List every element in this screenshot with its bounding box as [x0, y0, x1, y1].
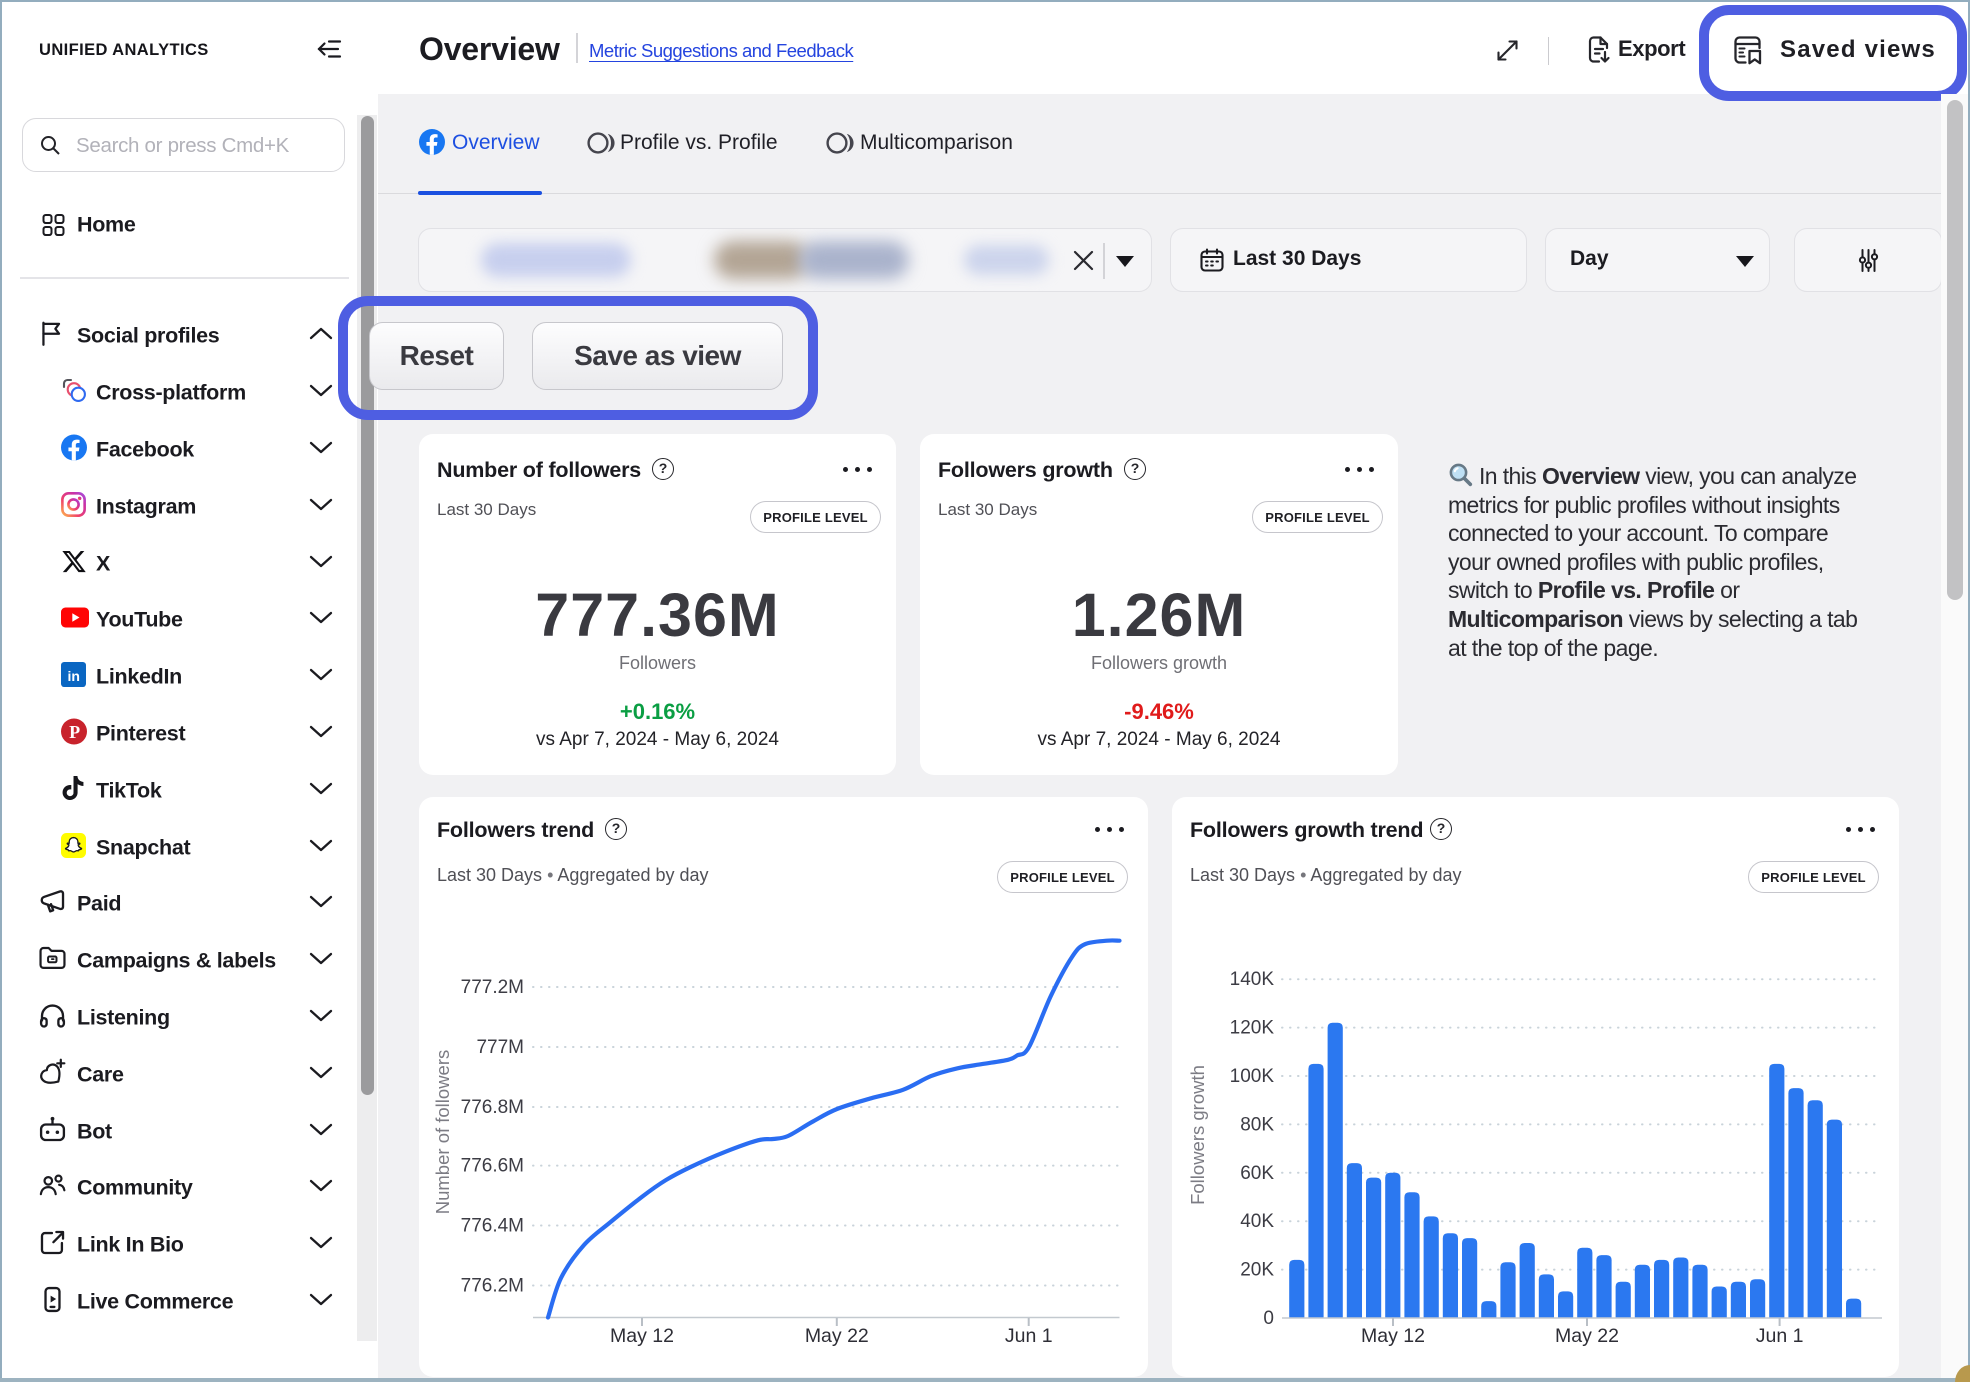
svg-text:20K: 20K	[1240, 1260, 1274, 1281]
svg-text:776.2M: 776.2M	[461, 1276, 524, 1297]
svg-text:776.4M: 776.4M	[461, 1216, 524, 1237]
svg-text:Jun 1: Jun 1	[1005, 1325, 1053, 1347]
svg-text:100K: 100K	[1230, 1066, 1275, 1087]
svg-text:777.2M: 777.2M	[461, 977, 524, 998]
svg-text:Number of followers: Number of followers	[432, 1050, 453, 1215]
svg-text:776.8M: 776.8M	[461, 1097, 524, 1118]
svg-text:May 22: May 22	[805, 1325, 869, 1347]
svg-text:Jun 1: Jun 1	[1756, 1325, 1804, 1347]
svg-text:P: P	[69, 722, 80, 742]
svg-text:May 22: May 22	[1555, 1325, 1619, 1347]
svg-text:May 12: May 12	[610, 1325, 674, 1347]
svg-text:Followers growth: Followers growth	[1187, 1065, 1208, 1205]
svg-text:May 12: May 12	[1361, 1325, 1425, 1347]
svg-text:40K: 40K	[1240, 1211, 1274, 1232]
svg-text:140K: 140K	[1230, 969, 1275, 990]
svg-text:60K: 60K	[1240, 1163, 1274, 1184]
svg-text:776.6M: 776.6M	[461, 1156, 524, 1177]
svg-text:80K: 80K	[1240, 1114, 1274, 1135]
svg-text:777M: 777M	[476, 1037, 524, 1058]
svg-text:120K: 120K	[1230, 1018, 1275, 1039]
svg-text:in: in	[67, 668, 79, 684]
svg-text:0: 0	[1263, 1308, 1274, 1329]
